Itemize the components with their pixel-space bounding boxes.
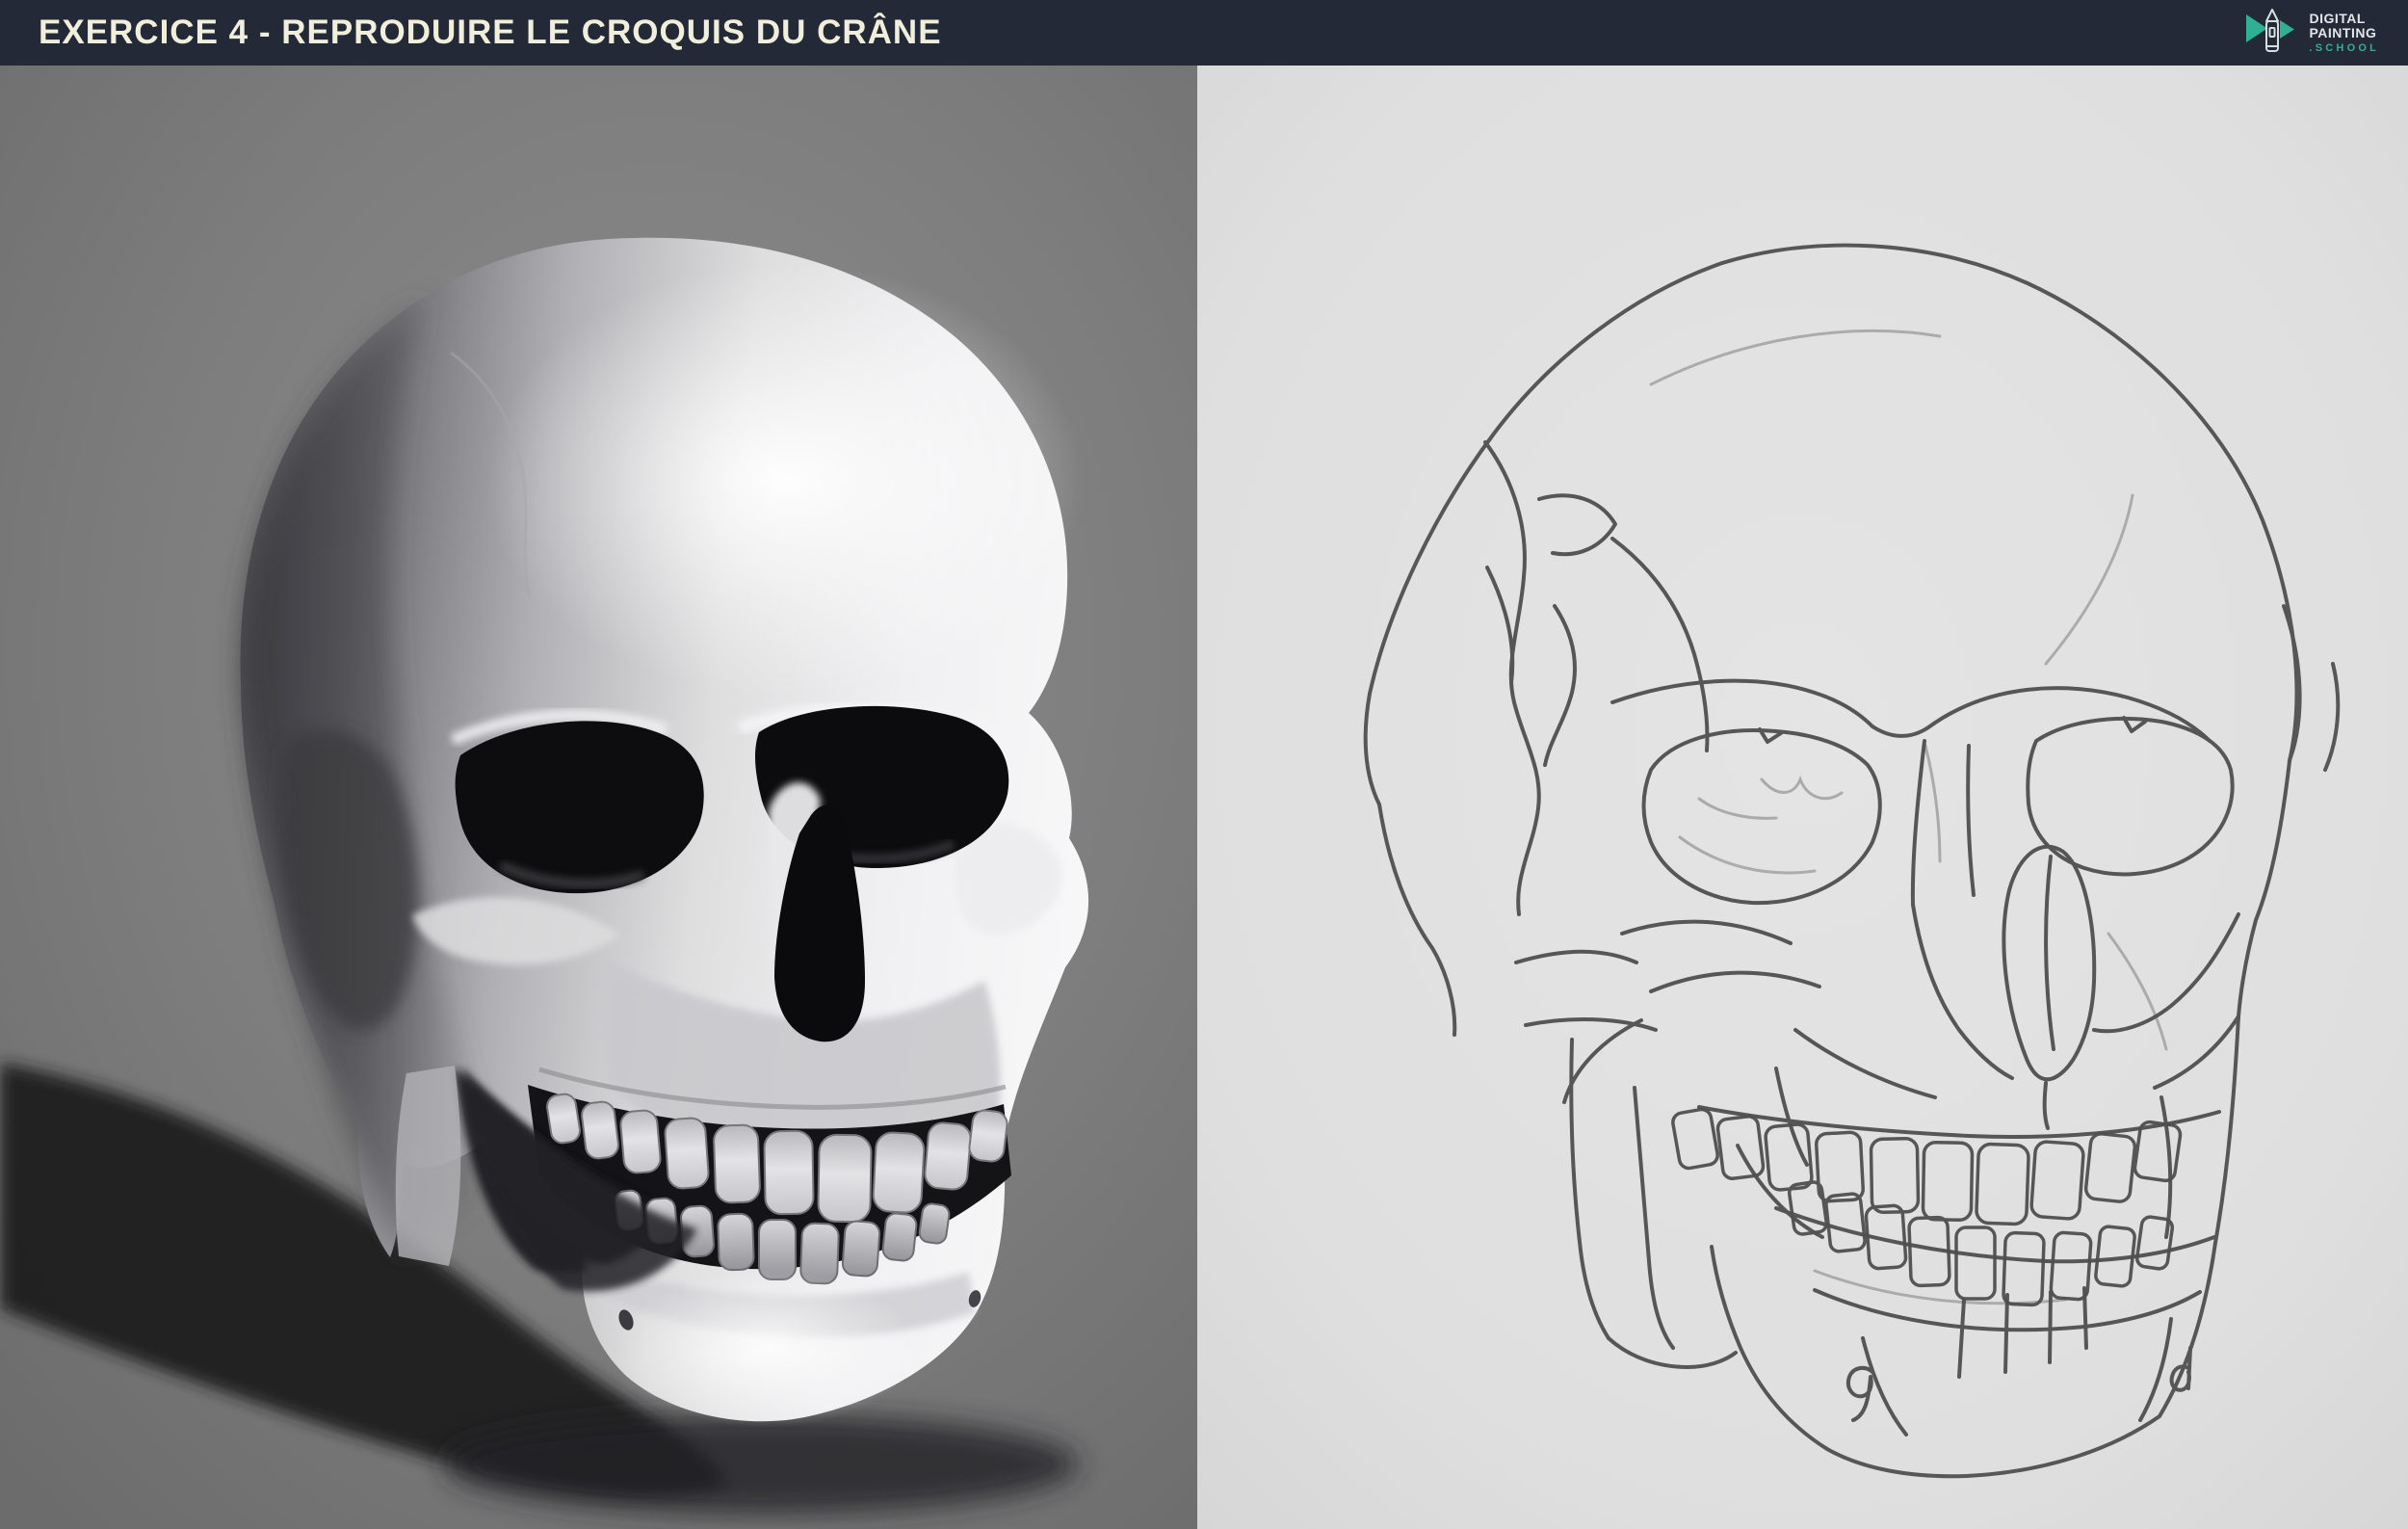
reference-render-panel <box>0 66 1197 1529</box>
brand-word-1: DIGITAL <box>2309 10 2366 26</box>
brand-logo-text: DIGITAL PAINTING .SCHOOL <box>2309 10 2379 55</box>
brand-logo: DIGITAL PAINTING .SCHOOL <box>2244 8 2379 58</box>
content-area <box>0 66 2408 1529</box>
skull-3d-render-image <box>0 66 1197 1529</box>
pencil-icon <box>2246 9 2295 52</box>
skull-sketch-image <box>1197 66 2408 1529</box>
page-title: EXERCICE 4 - REPRODUIRE LE CROQUIS DU CR… <box>39 13 942 51</box>
brand-word-3: .SCHOOL <box>2309 41 2379 54</box>
sketch-panel <box>1197 66 2408 1529</box>
title-bar: EXERCICE 4 - REPRODUIRE LE CROQUIS DU CR… <box>0 0 2408 66</box>
brand-word-2: PAINTING <box>2309 24 2377 40</box>
